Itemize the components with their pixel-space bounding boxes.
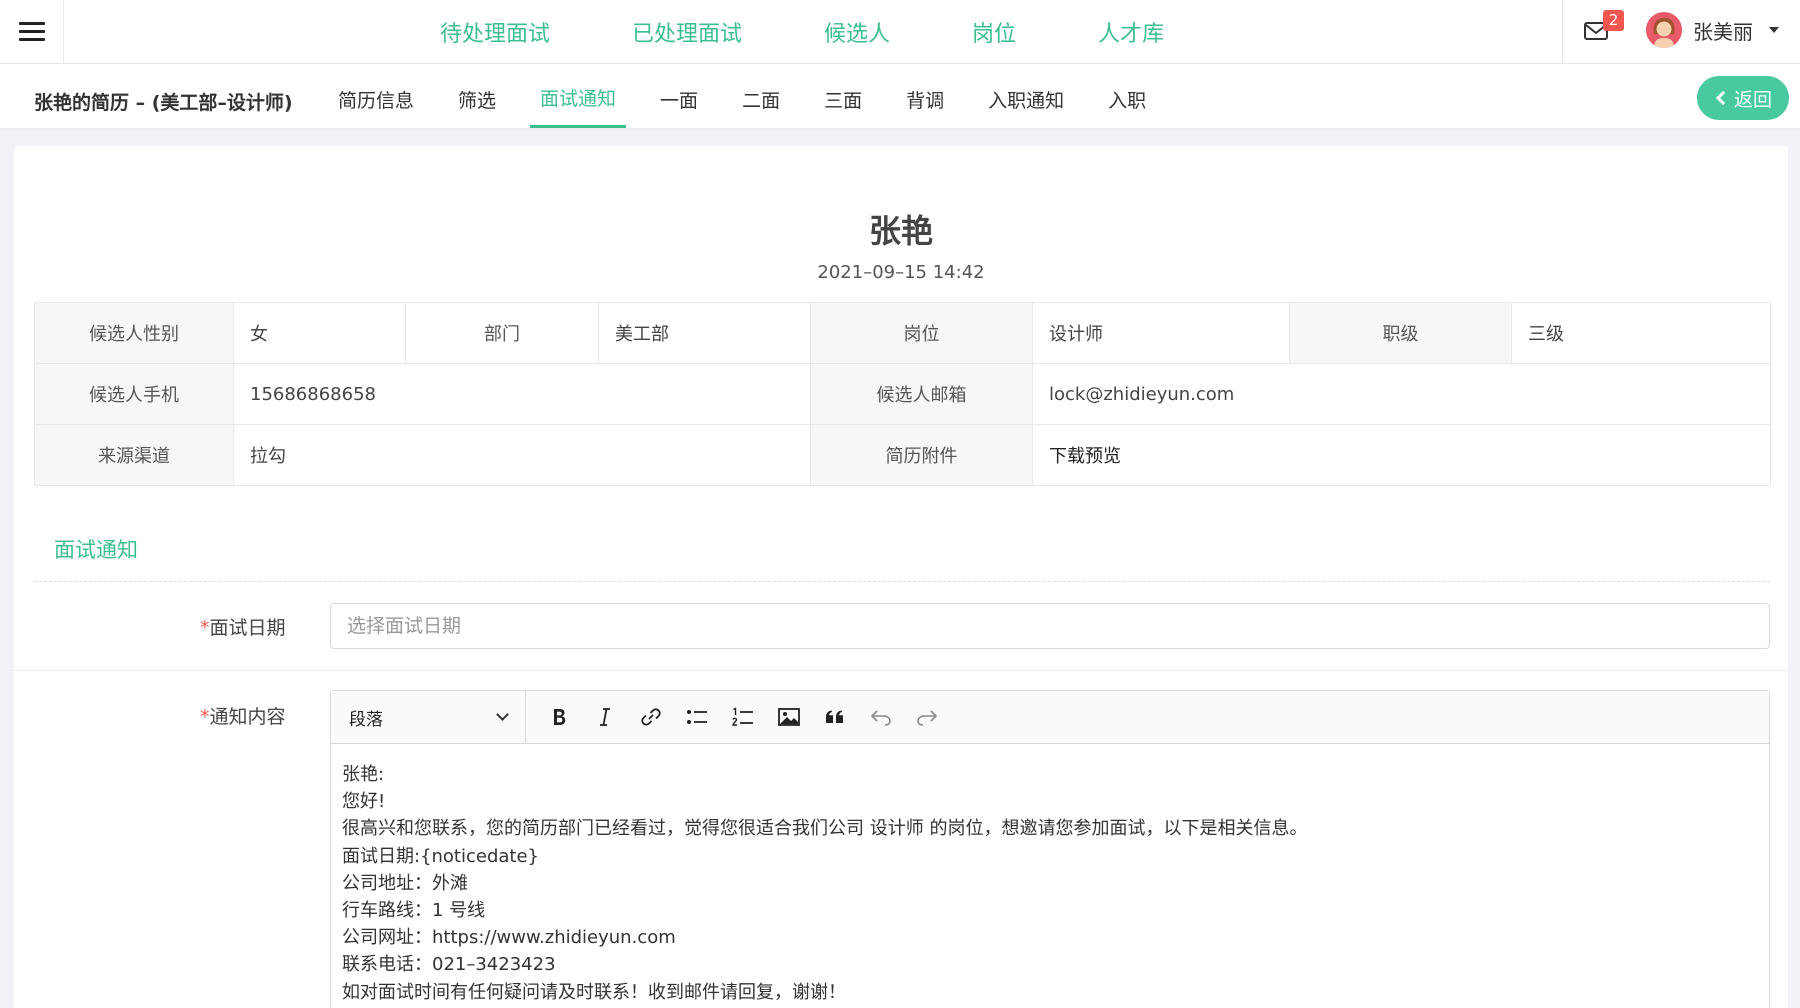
user-area: 2 张美丽 bbox=[1562, 0, 1800, 64]
gender-value: 女 bbox=[233, 302, 406, 364]
menu-toggle-button[interactable] bbox=[0, 0, 64, 64]
tab-third-interview[interactable]: 三面 bbox=[802, 64, 884, 128]
italic-icon[interactable] bbox=[582, 699, 628, 735]
undo-icon[interactable] bbox=[858, 699, 904, 735]
source-label: 来源渠道 bbox=[34, 424, 234, 486]
editor-content[interactable]: 张艳: 您好! 很高兴和您联系，您的简历部门已经看过，觉得您很适合我们公司 设计… bbox=[342, 761, 1307, 1006]
phone-value: 15686868658 bbox=[233, 363, 811, 425]
content-line: 张艳: bbox=[342, 764, 385, 785]
content-line: 行车路线：1 号线 bbox=[342, 900, 486, 922]
section-title: 面试通知 bbox=[54, 538, 138, 562]
post-value: 设计师 bbox=[1032, 302, 1290, 364]
avatar[interactable] bbox=[1646, 12, 1682, 48]
content-line: 您好! bbox=[342, 791, 386, 813]
tab-second-interview[interactable]: 二面 bbox=[720, 64, 802, 128]
tab-onboarding[interactable]: 入职 bbox=[1086, 64, 1168, 128]
interview-date-label: *面试日期 bbox=[200, 617, 286, 639]
resume-tabbar: 张艳的简历 – (美工部–设计师) 简历信息 筛选 面试通知 一面 二面 三面 … bbox=[0, 64, 1800, 128]
section-divider bbox=[34, 581, 1770, 582]
table-row: 候选人性别 女 部门 美工部 岗位 设计师 职级 三级 bbox=[34, 302, 1771, 364]
email-label: 候选人邮箱 bbox=[810, 363, 1033, 425]
content-line: 很高兴和您联系，您的简历部门已经看过，觉得您很适合我们公司 设计师 的岗位，想邀… bbox=[342, 818, 1308, 840]
level-label: 职级 bbox=[1289, 302, 1512, 364]
chevron-down-icon bbox=[496, 708, 509, 721]
nav-positions[interactable]: 岗位 bbox=[972, 16, 1016, 48]
hamburger-icon bbox=[18, 22, 45, 42]
resume-title: 张艳的简历 – (美工部–设计师) bbox=[34, 92, 293, 114]
tab-first-interview[interactable]: 一面 bbox=[638, 64, 720, 128]
top-navbar: 待处理面试 已处理面试 候选人 岗位 人才库 2 张美丽 bbox=[0, 0, 1800, 64]
block-format-value: 段落 bbox=[349, 709, 383, 730]
interview-date-input[interactable] bbox=[330, 603, 1770, 649]
nav-pending-interviews[interactable]: 待处理面试 bbox=[440, 16, 550, 48]
mail-count-badge: 2 bbox=[1603, 10, 1624, 31]
phone-label: 候选人手机 bbox=[34, 363, 234, 425]
editor-toolbar: 段落 bbox=[331, 690, 1769, 744]
dept-label: 部门 bbox=[405, 302, 599, 364]
back-button-label: 返回 bbox=[1733, 88, 1772, 111]
blockquote-icon[interactable] bbox=[812, 699, 858, 735]
bold-icon[interactable] bbox=[536, 699, 582, 735]
main-nav: 待处理面试 已处理面试 候选人 岗位 人才库 bbox=[440, 0, 1164, 64]
username[interactable]: 张美丽 bbox=[1693, 16, 1753, 45]
tab-resume-info[interactable]: 简历信息 bbox=[316, 64, 436, 128]
candidate-datetime: 2021–09–15 14:42 bbox=[817, 262, 985, 283]
tab-screening[interactable]: 筛选 bbox=[436, 64, 518, 128]
source-value: 拉勾 bbox=[233, 424, 811, 486]
link-icon[interactable] bbox=[628, 699, 674, 735]
chevron-left-icon bbox=[1715, 90, 1731, 106]
table-row: 来源渠道 拉勾 简历附件 下载预览 bbox=[34, 424, 1771, 486]
content-line: 面试日期:{noticedate} bbox=[342, 845, 540, 867]
notice-content-label: *通知内容 bbox=[200, 706, 286, 728]
nav-candidates[interactable]: 候选人 bbox=[824, 16, 890, 48]
caret-down-icon[interactable] bbox=[1769, 27, 1779, 33]
tab-interview-notice[interactable]: 面试通知 bbox=[518, 64, 638, 128]
redo-icon[interactable] bbox=[904, 699, 950, 735]
resume-tabs: 简历信息 筛选 面试通知 一面 二面 三面 背调 入职通知 入职 bbox=[316, 64, 1168, 128]
nav-talent-pool[interactable]: 人才库 bbox=[1098, 16, 1164, 48]
email-value: lock@zhidieyun.com bbox=[1032, 363, 1771, 425]
bullet-list-icon[interactable] bbox=[674, 699, 720, 735]
content-line: 如对面试时间有任何疑问请及时联系！收到邮件请回复，谢谢！ bbox=[342, 981, 846, 1003]
candidate-info-table: 候选人性别 女 部门 美工部 岗位 设计师 职级 三级 候选人手机 156868… bbox=[34, 302, 1771, 486]
candidate-name: 张艳 bbox=[868, 212, 933, 250]
content-line: 公司地址：外滩 bbox=[342, 872, 468, 894]
tab-onboarding-notice[interactable]: 入职通知 bbox=[966, 64, 1086, 128]
post-label: 岗位 bbox=[810, 302, 1033, 364]
dept-value: 美工部 bbox=[598, 302, 811, 364]
attachment-label: 简历附件 bbox=[810, 424, 1033, 486]
row-divider bbox=[14, 670, 1788, 671]
block-format-select[interactable]: 段落 bbox=[331, 690, 526, 744]
rich-text-editor[interactable]: 段落 张艳: 您好! 很高兴和您联系，您的简历部门已经看过，觉得您很适合我们公司… bbox=[330, 690, 1770, 1008]
level-value: 三级 bbox=[1511, 302, 1771, 364]
tab-background-check[interactable]: 背调 bbox=[884, 64, 966, 128]
back-button[interactable]: 返回 bbox=[1697, 76, 1789, 120]
resume-card: 张艳 2021–09–15 14:42 候选人性别 女 部门 美工部 岗位 设计… bbox=[14, 146, 1788, 1008]
numbered-list-icon[interactable] bbox=[720, 699, 766, 735]
content-line: 联系电话：021–3423423 bbox=[342, 954, 556, 976]
nav-processed-interviews[interactable]: 已处理面试 bbox=[632, 16, 742, 48]
download-preview-link[interactable]: 下载预览 bbox=[1032, 424, 1771, 486]
table-row: 候选人手机 15686868658 候选人邮箱 lock@zhidieyun.c… bbox=[34, 363, 1771, 425]
content-line: 公司网址：https://www.zhidieyun.com bbox=[342, 927, 676, 949]
gender-label: 候选人性别 bbox=[34, 302, 234, 364]
image-icon[interactable] bbox=[766, 699, 812, 735]
